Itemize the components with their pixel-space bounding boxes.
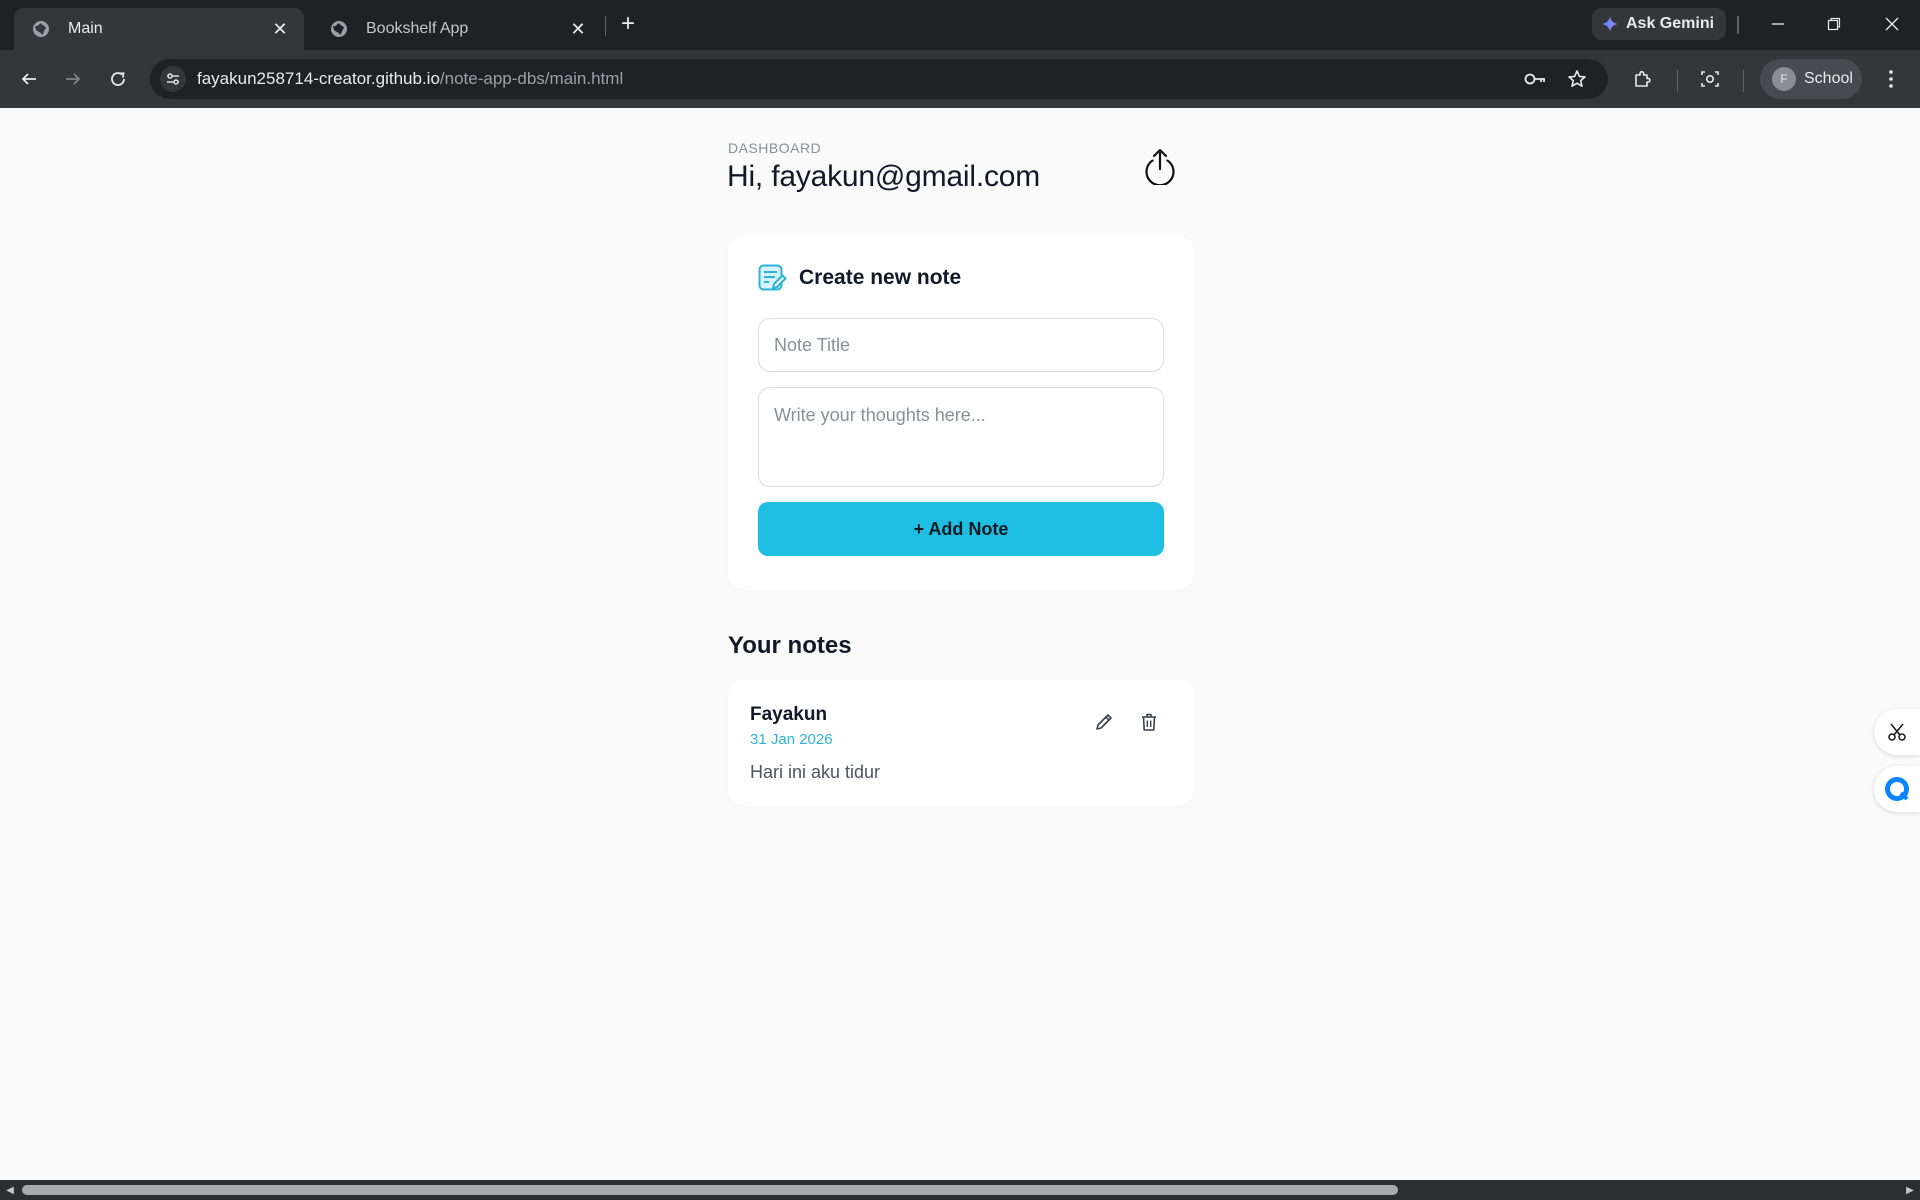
- globe-icon: [331, 21, 347, 37]
- back-arrow-icon: [21, 73, 36, 85]
- kebab-menu-icon: [1889, 70, 1893, 88]
- url-path: /note-app-dbs/main.html: [439, 69, 624, 88]
- logout-button[interactable]: [1140, 146, 1180, 186]
- scroll-right-arrow-icon[interactable]: ▶: [1904, 1184, 1916, 1196]
- camera-search-icon: [1701, 71, 1719, 87]
- url-text: fayakun258714-creator.github.io/note-app…: [197, 69, 623, 89]
- toolbar-separator: [1677, 70, 1678, 92]
- tab-main[interactable]: Main ✕: [14, 8, 304, 50]
- create-note-header: Create new note: [758, 264, 961, 292]
- close-tab-icon[interactable]: ✕: [568, 19, 588, 39]
- note-body: Hari ini aku tidur: [750, 762, 881, 782]
- address-bar[interactable]: fayakun258714-creator.github.io/note-app…: [150, 59, 1608, 99]
- browser-toolbar: fayakun258714-creator.github.io/note-app…: [0, 50, 1920, 108]
- url-host: fayakun258714-creator.github.io: [197, 69, 440, 88]
- gemini-sparkle-icon: [1602, 16, 1618, 32]
- toolbar-separator: [1743, 70, 1744, 92]
- scrollbar-thumb[interactable]: [22, 1185, 1398, 1195]
- bookmark-star-button[interactable]: [1565, 67, 1589, 91]
- gemini-separator: [1737, 16, 1739, 34]
- screenshot-lens-button[interactable]: [1695, 64, 1725, 94]
- close-window-button[interactable]: [1872, 8, 1912, 40]
- scissors-float-button[interactable]: [1874, 709, 1920, 755]
- forward-arrow-icon: [66, 73, 81, 85]
- delete-note-button[interactable]: [1135, 708, 1163, 736]
- reload-button[interactable]: [103, 64, 133, 94]
- extensions-button[interactable]: [1628, 64, 1658, 94]
- page-content: DASHBOARD Hi, fayakun@gmail.com Create n…: [0, 108, 1920, 1180]
- site-info-button[interactable]: [160, 66, 186, 92]
- create-note-heading: Create new note: [799, 266, 962, 289]
- ask-gemini-label: Ask Gemini: [1626, 15, 1715, 32]
- forward-button[interactable]: [58, 64, 88, 94]
- scissors-icon: [1888, 723, 1906, 741]
- note-date: 31 Jan 2026: [750, 731, 833, 748]
- chat-assistant-float-button[interactable]: [1874, 766, 1920, 812]
- avatar: F: [1772, 67, 1796, 91]
- dashboard-eyebrow: DASHBOARD: [728, 140, 822, 156]
- note-title-input[interactable]: [758, 318, 1164, 372]
- tune-icon: [167, 73, 179, 85]
- tab-title: Main: [68, 20, 103, 37]
- browser-tab-strip: Main ✕ Bookshelf App ✕ + Ask Gemini: [0, 0, 1920, 50]
- ask-gemini-button[interactable]: Ask Gemini: [1592, 8, 1726, 40]
- note-title: Fayakun: [750, 704, 828, 725]
- password-key-button[interactable]: [1524, 67, 1548, 91]
- tab-separator: [605, 16, 606, 36]
- minimize-window-button[interactable]: [1758, 8, 1798, 40]
- note-edit-icon: [758, 264, 787, 291]
- scroll-left-arrow-icon[interactable]: ◀: [4, 1184, 16, 1196]
- logout-power-icon: [1145, 148, 1175, 185]
- pencil-icon: [1096, 714, 1112, 730]
- your-notes-heading: Your notes: [728, 632, 852, 659]
- key-icon: [1524, 73, 1545, 85]
- create-note-card: Create new note + Add Note: [728, 236, 1194, 590]
- new-tab-button[interactable]: +: [614, 10, 642, 38]
- browser-menu-button[interactable]: [1876, 64, 1906, 94]
- note-body-textarea[interactable]: [758, 387, 1164, 487]
- tab-bookshelf-app[interactable]: Bookshelf App ✕: [312, 8, 602, 50]
- close-icon: [1885, 17, 1899, 31]
- close-tab-icon[interactable]: ✕: [270, 19, 290, 39]
- back-button[interactable]: [14, 64, 44, 94]
- edit-note-button[interactable]: [1090, 708, 1118, 736]
- globe-icon: [33, 21, 49, 37]
- profile-label: School: [1804, 70, 1853, 87]
- reload-icon: [111, 72, 125, 86]
- profile-button[interactable]: F School: [1760, 59, 1862, 99]
- restore-window-button[interactable]: [1814, 8, 1854, 40]
- tab-title: Bookshelf App: [366, 20, 469, 37]
- greeting-title: Hi, fayakun@gmail.com: [727, 160, 1041, 193]
- horizontal-scrollbar[interactable]: ◀ ▶: [0, 1180, 1920, 1200]
- note-card: Fayakun 31 Jan 2026 Hari ini aku tidur: [728, 680, 1194, 806]
- minimize-icon: [1772, 23, 1784, 25]
- chat-bubble-icon: [1885, 777, 1909, 801]
- star-icon: [1568, 70, 1586, 87]
- restore-icon: [1827, 17, 1841, 31]
- add-note-button[interactable]: + Add Note: [758, 502, 1164, 556]
- trash-icon: [1142, 713, 1156, 731]
- puzzle-icon: [1635, 70, 1651, 87]
